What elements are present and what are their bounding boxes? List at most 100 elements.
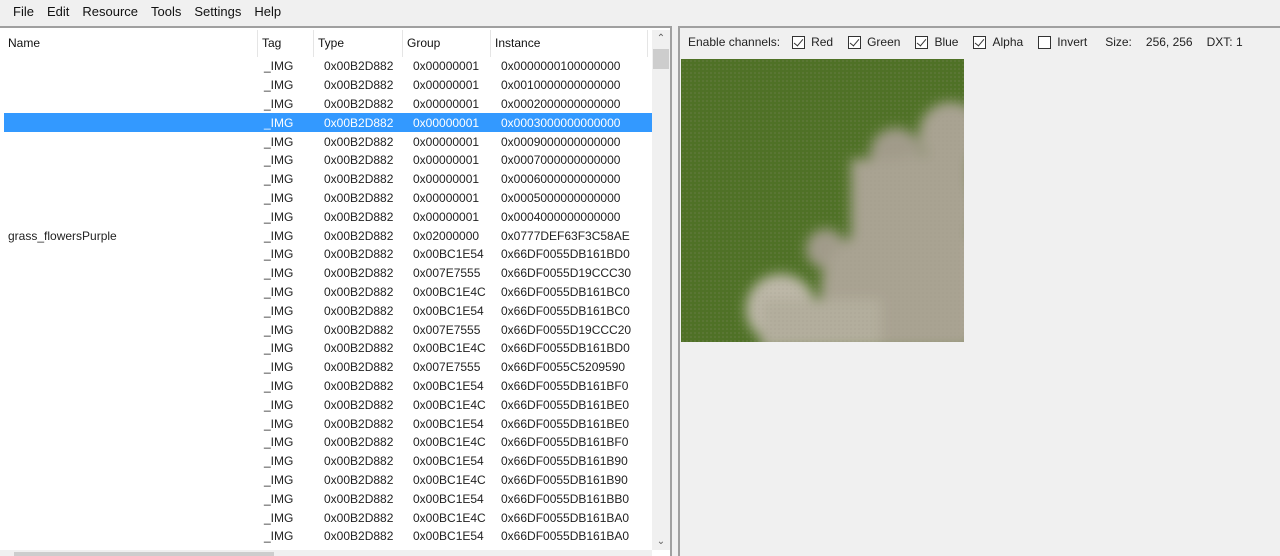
table-row[interactable]: _IMG 0x00B2D882 0x00000001 0x00020000000000…: [4, 95, 652, 114]
menu-settings[interactable]: Settings: [181, 0, 241, 24]
menu-help[interactable]: Help: [241, 0, 281, 24]
table-row[interactable]: _IMG 0x00B2D882 0x00000001 0x00090000000000…: [4, 132, 652, 151]
table-row[interactable]: _IMG 0x00B2D882 0x00000001 0x00000001000000…: [4, 57, 652, 76]
column-header-group[interactable]: Group: [403, 30, 491, 57]
cell-group: 0x00BC1E54: [413, 378, 484, 393]
chevron-down-icon[interactable]: ⌄: [652, 533, 670, 550]
cell-group: 0x00000001: [413, 115, 480, 130]
column-header-type[interactable]: Type: [314, 30, 403, 57]
cell-instance: 0x66DF0055D19CCC20: [501, 322, 632, 337]
checkbox-box[interactable]: [973, 35, 987, 49]
chevron-up-icon[interactable]: ⌃: [652, 30, 670, 47]
table-row[interactable]: _IMG 0x00B2D882 0x007E7555 0x66DF0055C52095…: [4, 358, 652, 377]
cell-type: 0x00B2D882: [324, 378, 394, 393]
cell-type: 0x00B2D882: [324, 529, 394, 544]
column-header-instance[interactable]: Instance: [491, 30, 648, 57]
cell-instance: 0x66DF0055DB161BC0: [501, 284, 630, 299]
cell-type: 0x00B2D882: [324, 397, 394, 412]
resource-list-pane: Name Tag Type Group Instance _IMG 0x00B2D…: [0, 26, 672, 556]
cell-instance: 0x0009000000000000: [501, 134, 621, 149]
checkbox-box[interactable]: [915, 35, 929, 49]
checkbox-blue[interactable]: Blue: [915, 35, 958, 49]
cell-group: 0x00BC1E4C: [413, 510, 486, 525]
horizontal-scroll-thumb[interactable]: [14, 552, 274, 556]
checkbox-box[interactable]: [792, 35, 806, 49]
checkbox-box[interactable]: [848, 35, 862, 49]
menu-edit[interactable]: Edit: [34, 0, 69, 24]
table-row[interactable]: _IMG 0x00B2D882 0x00000001 0x00040000000000…: [4, 207, 652, 226]
cell-tag: _IMG: [264, 190, 294, 205]
column-header-tag[interactable]: Tag: [258, 30, 314, 57]
cell-type: 0x00B2D882: [324, 360, 394, 375]
checkbox-invert[interactable]: Invert: [1038, 35, 1087, 49]
table-row[interactable]: _IMG 0x00B2D882 0x00BC1E54 0x66DF0055DB161B…: [4, 527, 652, 546]
cell-tag: _IMG: [264, 322, 294, 337]
column-header-name[interactable]: Name: [4, 30, 258, 57]
table-row[interactable]: _IMG 0x00B2D882 0x00000001 0x00030000000000…: [4, 113, 652, 133]
vertical-scrollbar[interactable]: ⌃ ⌄: [652, 30, 670, 550]
cell-instance: 0x0006000000000000: [501, 172, 621, 187]
checkbox-box[interactable]: [1038, 35, 1052, 49]
cell-tag: _IMG: [264, 303, 294, 318]
checkbox-label: Green: [867, 35, 901, 49]
texture-preview: [681, 59, 964, 342]
checkbox-green[interactable]: Green: [848, 35, 900, 49]
table-row[interactable]: _IMG 0x00B2D882 0x00BC1E54 0x66DF0055DB161B…: [4, 489, 652, 508]
table-row[interactable]: _IMG 0x00B2D882 0x00BC1E54 0x66DF0055DB161B…: [4, 245, 652, 264]
cell-type: 0x00B2D882: [324, 303, 394, 318]
cell-type: 0x00B2D882: [324, 472, 394, 487]
cell-type: 0x00B2D882: [324, 322, 394, 337]
table-row[interactable]: _IMG 0x00B2D882 0x00000001 0x00060000000000…: [4, 170, 652, 189]
table-row[interactable]: grass_flowersPurple _IMG 0x00B2D882 0x02000…: [4, 226, 652, 245]
cell-instance: 0x66DF0055DB161BD0: [501, 247, 630, 262]
cell-tag: _IMG: [264, 266, 294, 281]
cell-tag: _IMG: [264, 435, 294, 450]
cell-group: 0x00BC1E54: [413, 247, 484, 262]
table-row[interactable]: _IMG 0x00B2D882 0x007E7555 0x66DF0055D19CCC…: [4, 320, 652, 339]
horizontal-scrollbar[interactable]: [0, 550, 652, 556]
table-row[interactable]: _IMG 0x00B2D882 0x007E7555 0x66DF0055D19CCC…: [4, 264, 652, 283]
cell-tag: _IMG: [264, 228, 294, 243]
table-row[interactable]: _IMG 0x00B2D882 0x00000001 0x00070000000000…: [4, 151, 652, 170]
cell-type: 0x00B2D882: [324, 491, 394, 506]
cell-group: 0x00BC1E54: [413, 454, 484, 469]
table-row[interactable]: _IMG 0x00B2D882 0x00BC1E54 0x66DF0055DB161B…: [4, 452, 652, 471]
cell-instance: 0x66DF0055DB161BA0: [501, 529, 630, 544]
table-row[interactable]: _IMG 0x00B2D882 0x00BC1E4C 0x66DF0055DB161B…: [4, 339, 652, 358]
table-row[interactable]: _IMG 0x00B2D882 0x00BC1E54 0x66DF0055DB161B…: [4, 414, 652, 433]
cell-tag: _IMG: [264, 341, 294, 356]
checkbox-label: Red: [811, 35, 834, 49]
menu-tools[interactable]: Tools: [138, 0, 181, 24]
checkbox-alpha[interactable]: Alpha: [973, 35, 1023, 49]
cell-type: 0x00B2D882: [324, 153, 394, 168]
cell-tag: _IMG: [264, 397, 294, 412]
cell-instance: 0x0004000000000000: [501, 209, 621, 224]
cell-instance: 0x66DF0055DB161BE0: [501, 416, 630, 431]
table-row[interactable]: _IMG 0x00B2D882 0x00000001 0x00050000000000…: [4, 189, 652, 208]
table-row[interactable]: _IMG 0x00B2D882 0x00BC1E4C 0x66DF0055DB161B…: [4, 433, 652, 452]
table-row[interactable]: _IMG 0x00B2D882 0x00BC1E54 0x66DF0055DB161B…: [4, 377, 652, 396]
scroll-thumb[interactable]: [653, 49, 669, 69]
menu-file[interactable]: File: [0, 0, 34, 24]
cell-tag: _IMG: [264, 360, 294, 375]
cell-tag: _IMG: [264, 284, 294, 299]
cell-instance: 0x66DF0055DB161B90: [501, 472, 628, 487]
cell-tag: _IMG: [264, 491, 294, 506]
menu-resource[interactable]: Resource: [69, 0, 138, 24]
table-row[interactable]: _IMG 0x00B2D882 0x00BC1E4C 0x66DF0055DB161B…: [4, 471, 652, 490]
cell-instance: 0x66DF0055DB161BA0: [501, 510, 630, 525]
table-row[interactable]: _IMG 0x00B2D882 0x00BC1E4C 0x66DF0055DB161B…: [4, 395, 652, 414]
table-row[interactable]: _IMG 0x00B2D882 0x00BC1E54 0x66DF0055DB161B…: [4, 301, 652, 320]
enable-channels-label: Enable channels:: [688, 35, 781, 49]
cell-group: 0x00BC1E4C: [413, 284, 486, 299]
table-row[interactable]: _IMG 0x00B2D882 0x00BC1E4C 0x66DF0055DB161B…: [4, 283, 652, 302]
table-row[interactable]: _IMG 0x00B2D882 0x00BC1E4C 0x66DF0055DB161B…: [4, 508, 652, 527]
cell-type: 0x00B2D882: [324, 172, 394, 187]
cell-instance: 0x66DF0055DB161BF0: [501, 435, 629, 450]
table-row[interactable]: _IMG 0x00B2D882 0x00000001 0x00100000000000…: [4, 76, 652, 95]
list-header: Name Tag Type Group Instance: [4, 30, 652, 57]
cell-tag: _IMG: [264, 510, 294, 525]
cell-type: 0x00B2D882: [324, 510, 394, 525]
cell-group: 0x00000001: [413, 172, 480, 187]
checkbox-red[interactable]: Red: [792, 35, 833, 49]
